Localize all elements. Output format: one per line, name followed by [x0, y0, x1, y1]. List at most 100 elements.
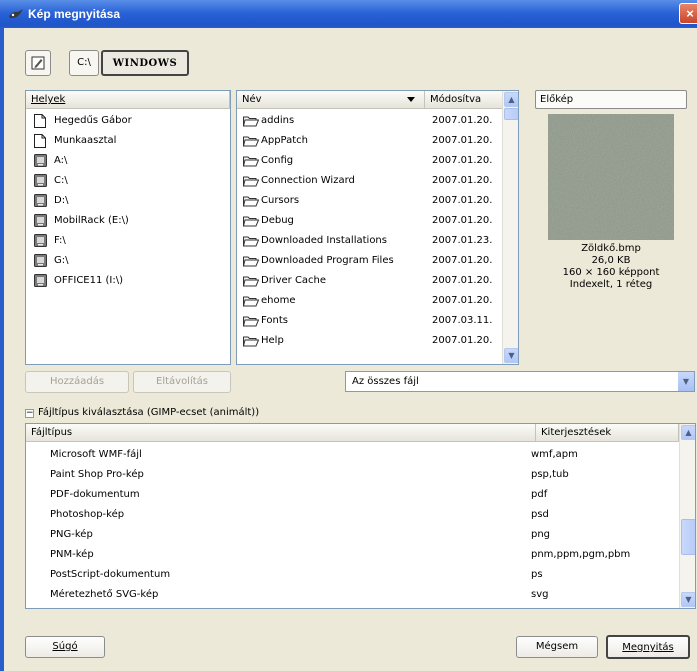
file-list-scrollbar[interactable]: ▲ ▼	[502, 91, 518, 364]
filetype-row[interactable]: Paint Shop Pro-kép psp,tub	[26, 465, 679, 485]
sort-down-icon	[407, 97, 415, 102]
scroll-down-button[interactable]: ▼	[681, 592, 695, 607]
file-list-pane: Név Módosítva addins 2007.01.20. AppPatch 2…	[236, 90, 519, 365]
folder-icon	[242, 176, 260, 187]
cancel-button[interactable]: Mégsem	[516, 636, 598, 658]
folder-icon	[242, 316, 260, 327]
close-button[interactable]: ×	[679, 3, 697, 24]
file-row[interactable]: Cursors 2007.01.20.	[237, 191, 503, 211]
scroll-up-button[interactable]: ▲	[681, 425, 695, 440]
open-button[interactable]: Megnyitás	[606, 635, 690, 659]
filetype-row[interactable]: Méretezhető SVG-kép svg	[26, 585, 679, 605]
places-item[interactable]: A:\	[26, 151, 230, 171]
file-row[interactable]: ehome 2007.01.20.	[237, 291, 503, 311]
places-item[interactable]: MobilRack (E:\)	[26, 211, 230, 231]
filetype-name: Paint Shop Pro-kép	[50, 469, 144, 480]
file-name: Cursors	[261, 195, 300, 206]
file-row[interactable]: addins 2007.01.20.	[237, 111, 503, 131]
modified-column-header[interactable]: Módosítva	[425, 91, 503, 109]
file-name: addins	[261, 115, 295, 126]
scroll-thumb[interactable]	[681, 519, 695, 555]
collapse-icon[interactable]: −	[25, 409, 34, 418]
filetype-extensions: svg	[531, 589, 549, 600]
preview-button[interactable]: Előkép	[535, 90, 687, 109]
filetype-extensions: pnm,ppm,pgm,pbm	[531, 549, 631, 560]
filetype-row[interactable]: PostScript-dokumentum ps	[26, 565, 679, 585]
path-segment-windows[interactable]: WINDOWS	[101, 50, 189, 76]
file-filter-select[interactable]: Az összes fájl ▼	[345, 371, 695, 392]
file-name: Downloaded Installations	[261, 235, 387, 246]
file-row[interactable]: Help 2007.01.20.	[237, 331, 503, 351]
file-date: 2007.01.20.	[432, 155, 493, 166]
filetype-scrollbar[interactable]: ▲ ▼	[679, 424, 695, 608]
preview-filename: Zöldkő.bmp	[581, 243, 641, 254]
title-bar: Kép megnyitása ×	[0, 0, 697, 28]
filetype-row[interactable]: PNM-kép pnm,ppm,pgm,pbm	[26, 545, 679, 565]
drive-icon	[34, 214, 47, 227]
file-row[interactable]: Driver Cache 2007.01.20.	[237, 271, 503, 291]
file-row[interactable]: AppPatch 2007.01.20.	[237, 131, 503, 151]
filetype-row[interactable]: PNG-kép png	[26, 525, 679, 545]
scroll-up-button[interactable]: ▲	[504, 92, 518, 107]
places-item[interactable]: OFFICE11 (I:\)	[26, 271, 230, 291]
filetype-extensions: wmf,apm	[531, 449, 578, 460]
scroll-thumb[interactable]	[504, 108, 518, 120]
drive-icon	[34, 174, 47, 187]
filetype-extensions: psd	[531, 509, 549, 520]
edit-location-button[interactable]	[25, 50, 51, 76]
folder-icon	[242, 276, 260, 287]
filetype-extensions: pdf	[531, 489, 548, 500]
file-name: Driver Cache	[261, 275, 327, 286]
file-row[interactable]: Config 2007.01.20.	[237, 151, 503, 171]
file-name: Config	[261, 155, 294, 166]
extensions-column-header[interactable]: Kiterjesztések	[536, 424, 679, 442]
places-item[interactable]: C:\	[26, 171, 230, 191]
file-row[interactable]: Connection Wizard 2007.01.20.	[237, 171, 503, 191]
file-date: 2007.01.20.	[432, 135, 493, 146]
file-row[interactable]: Downloaded Program Files 2007.01.20.	[237, 251, 503, 271]
file-date: 2007.01.20.	[432, 255, 493, 266]
window-title: Kép megnyitása	[28, 7, 121, 21]
drive-icon	[34, 154, 47, 167]
places-header[interactable]: Helyek	[26, 91, 230, 109]
folder-icon	[242, 236, 260, 247]
places-item[interactable]: G:\	[26, 251, 230, 271]
file-date: 2007.01.20.	[432, 195, 493, 206]
folder-icon	[242, 296, 260, 307]
file-name: Connection Wizard	[261, 175, 355, 186]
add-bookmark-button[interactable]: Hozzáadás	[25, 371, 129, 393]
file-row[interactable]: Debug 2007.01.20.	[237, 211, 503, 231]
preview-panel: Előkép Zöldkő.bmp 26,0 KB 160 × 160 képp…	[535, 90, 687, 365]
file-name: ehome	[261, 295, 296, 306]
file-name: Help	[261, 335, 284, 346]
file-name: Debug	[261, 215, 294, 226]
file-row[interactable]: Fonts 2007.03.11.	[237, 311, 503, 331]
remove-bookmark-button[interactable]: Eltávolítás	[133, 371, 231, 393]
file-row[interactable]: Downloaded Installations 2007.01.23.	[237, 231, 503, 251]
preview-size: 26,0 KB	[591, 255, 631, 266]
file-date: 2007.03.11.	[432, 315, 493, 326]
filetype-row[interactable]: Microsoft WMF-fájl wmf,apm	[26, 445, 679, 465]
filetype-expander[interactable]: − Fájltípus kiválasztása (GIMP-ecset (ani…	[25, 406, 259, 420]
file-name: Fonts	[261, 315, 288, 326]
name-column-header[interactable]: Név	[237, 91, 425, 109]
document-icon	[34, 134, 46, 148]
file-date: 2007.01.20.	[432, 295, 493, 306]
file-date: 2007.01.20.	[432, 335, 493, 346]
places-item[interactable]: F:\	[26, 231, 230, 251]
drive-icon	[34, 234, 47, 247]
filetype-name: PDF-dokumentum	[50, 489, 140, 500]
places-item-label: D:\	[54, 195, 69, 206]
filetype-extensions: psp,tub	[531, 469, 569, 480]
chevron-down-icon[interactable]: ▼	[677, 372, 694, 391]
filetype-row[interactable]: PDF-dokumentum pdf	[26, 485, 679, 505]
places-item[interactable]: D:\	[26, 191, 230, 211]
filetype-table: Fájltípus Kiterjesztések Microsoft WMF-f…	[25, 423, 696, 609]
filetype-row[interactable]: Photoshop-kép psd	[26, 505, 679, 525]
path-segment-c[interactable]: C:\	[69, 50, 99, 76]
type-column-header[interactable]: Fájltípus	[26, 424, 536, 442]
places-item[interactable]: Hegedűs Gábor	[26, 111, 230, 131]
help-button[interactable]: Súgó	[25, 636, 105, 658]
scroll-down-button[interactable]: ▼	[504, 348, 518, 363]
places-item[interactable]: Munkaasztal	[26, 131, 230, 151]
